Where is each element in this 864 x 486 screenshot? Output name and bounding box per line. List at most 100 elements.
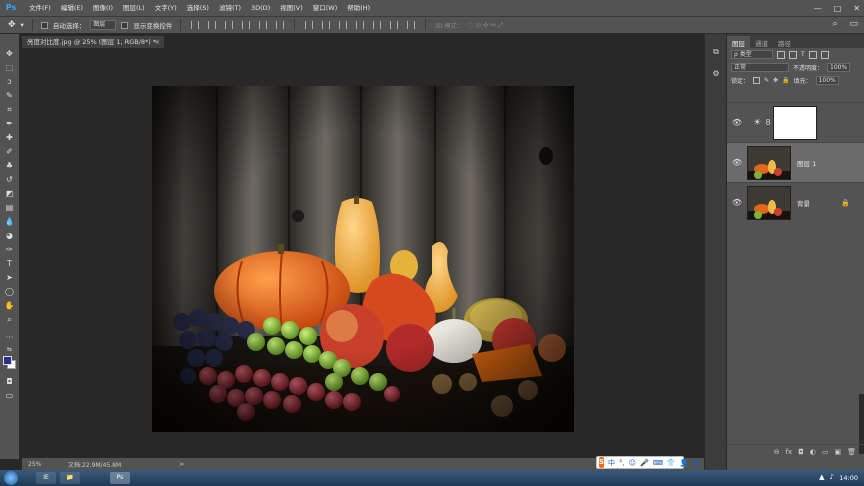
auto-select-checkbox[interactable] bbox=[40, 21, 48, 29]
more-tools-icon[interactable]: ··· bbox=[3, 332, 16, 344]
distribute-right-icon[interactable] bbox=[390, 21, 399, 29]
zoom-level[interactable]: 25% bbox=[22, 461, 62, 468]
filter-adjustment-icon[interactable] bbox=[789, 50, 797, 59]
close-document-icon[interactable]: × bbox=[155, 36, 160, 48]
filter-shape-icon[interactable] bbox=[808, 50, 817, 59]
blur-tool-icon[interactable]: 💧 bbox=[3, 216, 16, 228]
clock[interactable]: 14:00 bbox=[839, 470, 858, 486]
menu-type[interactable]: 文字(Y) bbox=[150, 0, 182, 16]
maximize-button[interactable]: □ bbox=[834, 4, 842, 13]
taskbar-ie-icon[interactable]: IE bbox=[36, 472, 56, 484]
layer-thumbnail[interactable] bbox=[747, 185, 791, 220]
distribute-bottom-icon[interactable] bbox=[339, 21, 348, 29]
tab-layers[interactable]: 图层 bbox=[727, 36, 750, 48]
ime-menu-icon[interactable]: ▦ bbox=[692, 459, 699, 467]
hand-tool-icon[interactable]: ✋ bbox=[3, 300, 16, 312]
menu-file[interactable]: 文件(F) bbox=[24, 0, 56, 16]
clone-stamp-tool-icon[interactable]: ♣ bbox=[3, 160, 16, 172]
filter-pixel-icon[interactable] bbox=[777, 50, 785, 59]
tab-channels[interactable]: 通道 bbox=[750, 36, 773, 48]
layer-thumbnail[interactable] bbox=[747, 145, 791, 180]
distribute-top-icon[interactable] bbox=[305, 21, 314, 29]
visibility-eye-icon[interactable]: 👁 bbox=[731, 118, 743, 127]
distribute-left-icon[interactable] bbox=[356, 21, 365, 29]
new-layer-icon[interactable]: ▣ bbox=[834, 448, 841, 456]
link-chain-icon[interactable]: 8 bbox=[763, 118, 773, 127]
search-icon[interactable]: ⌕ bbox=[832, 19, 837, 29]
path-select-tool-icon[interactable]: ➤ bbox=[3, 272, 16, 284]
zoom-tool-icon[interactable]: ⌕ bbox=[3, 314, 16, 326]
align-top-icon[interactable] bbox=[191, 21, 200, 29]
marquee-tool-icon[interactable]: ⬚ bbox=[3, 62, 16, 74]
visibility-eye-icon[interactable]: 👁 bbox=[731, 158, 743, 167]
3d-rotate-icon[interactable]: ◌ ◎ ✣ ⇔ ⤢ bbox=[468, 21, 504, 30]
menu-filter[interactable]: 滤镜(T) bbox=[214, 0, 246, 16]
blend-mode-dropdown[interactable]: 正常 bbox=[731, 63, 789, 72]
fx-icon[interactable]: fx bbox=[786, 448, 793, 456]
dodge-tool-icon[interactable]: ◕ bbox=[3, 230, 16, 242]
lock-position-icon[interactable]: ✥ bbox=[773, 77, 778, 84]
canvas-area[interactable] bbox=[22, 48, 704, 458]
preset-dropdown-icon[interactable]: ▾ bbox=[21, 21, 24, 29]
menu-view[interactable]: 视图(V) bbox=[275, 0, 308, 16]
menu-window[interactable]: 窗口(W) bbox=[308, 0, 343, 16]
brightness-contrast-icon[interactable]: ☀ bbox=[751, 118, 763, 128]
new-adjustment-icon[interactable]: ◐ bbox=[810, 448, 816, 456]
start-button[interactable] bbox=[4, 471, 18, 485]
menu-layer[interactable]: 图层(L) bbox=[118, 0, 150, 16]
layer-mask-thumbnail[interactable] bbox=[773, 105, 817, 140]
filter-type-icon[interactable]: T bbox=[801, 51, 805, 58]
shape-tool-icon[interactable]: ◯ bbox=[3, 286, 16, 298]
history-brush-tool-icon[interactable]: ↺ bbox=[3, 174, 16, 186]
network-icon[interactable]: ▲ bbox=[819, 473, 824, 481]
foreground-color-swatch[interactable] bbox=[3, 356, 12, 365]
lasso-tool-icon[interactable]: ↄ bbox=[3, 76, 16, 88]
healing-brush-tool-icon[interactable]: ✚ bbox=[3, 132, 16, 144]
quick-mask-icon[interactable]: ◘ bbox=[3, 376, 16, 388]
new-group-icon[interactable]: ▭ bbox=[822, 448, 829, 456]
layer-filter-dropdown[interactable]: ρ 类型 bbox=[731, 50, 773, 59]
ime-chinese-toggle[interactable]: 中 bbox=[608, 458, 615, 468]
gradient-tool-icon[interactable]: ▤ bbox=[3, 202, 16, 214]
ime-user-icon[interactable]: 👤 bbox=[680, 459, 689, 467]
swap-colors-icon[interactable]: ⇆ bbox=[3, 344, 16, 356]
link-layers-icon[interactable]: ⊖ bbox=[774, 448, 780, 456]
delete-layer-icon[interactable]: 🗑 bbox=[847, 448, 856, 456]
ime-logo[interactable]: S bbox=[599, 457, 605, 468]
visibility-eye-icon[interactable]: 👁 bbox=[731, 198, 743, 207]
eraser-tool-icon[interactable]: ◩ bbox=[3, 188, 16, 200]
align-bottom-icon[interactable] bbox=[225, 21, 234, 29]
lock-transparency-icon[interactable] bbox=[753, 77, 761, 84]
show-transform-checkbox[interactable] bbox=[121, 21, 129, 29]
ime-emoji-icon[interactable]: ☺ bbox=[629, 459, 636, 467]
distribute-hcenter-icon[interactable] bbox=[373, 21, 382, 29]
opacity-input[interactable]: 100% bbox=[827, 63, 851, 72]
taskbar-photoshop-icon[interactable]: Ps bbox=[110, 472, 130, 484]
move-tool-preset-icon[interactable]: ✥ bbox=[8, 20, 16, 30]
properties-panel-icon[interactable]: ⚙ bbox=[710, 68, 722, 80]
workspace-icon[interactable]: ▭ bbox=[849, 19, 858, 29]
tab-paths[interactable]: 路径 bbox=[773, 36, 796, 48]
menu-help[interactable]: 帮助(H) bbox=[342, 0, 375, 16]
filter-smart-icon[interactable] bbox=[820, 50, 829, 59]
align-vcenter-icon[interactable] bbox=[208, 21, 217, 29]
lock-pixels-icon[interactable]: ✎ bbox=[764, 77, 769, 84]
ime-punctuation-toggle[interactable]: °, bbox=[619, 459, 625, 467]
close-button[interactable]: ✕ bbox=[853, 4, 860, 13]
document-tab[interactable]: 亮度对比度.jpg @ 25% (图层 1, RGB/8*) * × bbox=[22, 36, 164, 48]
pen-tool-icon[interactable]: ✑ bbox=[3, 244, 16, 256]
crop-tool-icon[interactable]: ⌗ bbox=[3, 104, 16, 116]
ime-skin-icon[interactable]: 👕 bbox=[667, 459, 676, 467]
document-image[interactable] bbox=[152, 86, 574, 432]
add-mask-icon[interactable]: ◘ bbox=[798, 448, 804, 456]
eyedropper-tool-icon[interactable]: ✒ bbox=[3, 118, 16, 130]
auto-align-icon[interactable] bbox=[407, 21, 416, 29]
taskbar-explorer-icon[interactable]: 📁 bbox=[60, 472, 80, 484]
align-hcenter-icon[interactable] bbox=[259, 21, 268, 29]
ime-keyboard-icon[interactable]: ⌨ bbox=[653, 459, 663, 467]
menu-select[interactable]: 选择(S) bbox=[182, 0, 214, 16]
menu-image[interactable]: 图像(I) bbox=[88, 0, 118, 16]
screen-mode-icon[interactable]: ▭ bbox=[3, 390, 16, 402]
status-menu-arrow[interactable]: > bbox=[179, 461, 184, 468]
quick-select-tool-icon[interactable]: ✎ bbox=[3, 90, 16, 102]
